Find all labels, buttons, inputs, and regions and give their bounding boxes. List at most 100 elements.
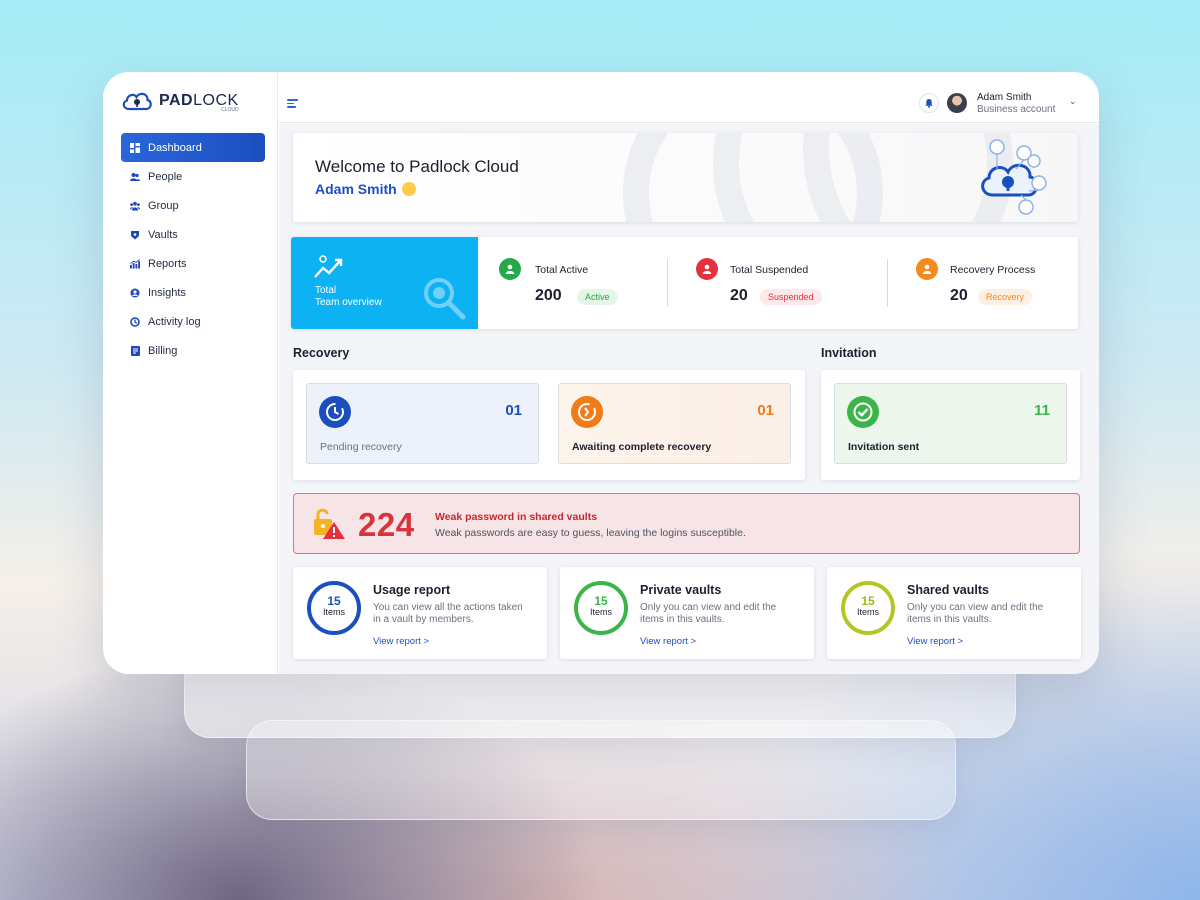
shared-vaults-card: 15 Items Shared vaults Only you can view… [827, 567, 1081, 659]
stat-title: Recovery Process [950, 264, 1036, 276]
private-vaults-card: 15 Items Private vaults Only you can vie… [560, 567, 814, 659]
main-content: Welcome to Padlock Cloud Adam Smith Tota… [279, 124, 1099, 674]
items-count-ring: 15 Items [307, 581, 361, 635]
sidebar-item-label: Activity log [148, 315, 201, 328]
vault-icon [130, 230, 140, 240]
report-title: Usage report [373, 583, 451, 597]
cloud-lock-logo-icon [122, 92, 152, 111]
items-count-ring: 15 Items [841, 581, 895, 635]
chevron-down-icon[interactable]: ⌄ [1069, 96, 1077, 107]
pending-recovery-tile[interactable]: 01 Pending recovery [306, 383, 539, 464]
alert-description: Weak passwords are easy to guess, leavin… [435, 527, 746, 539]
stat-recovery-process[interactable]: Recovery Process 20 Recovery [916, 237, 1076, 329]
reports-icon [130, 258, 140, 269]
dashboard-icon [130, 142, 140, 153]
welcome-user: Adam Smith [315, 181, 416, 197]
sidebar-item-label: Insights [148, 286, 186, 299]
insights-icon [130, 288, 140, 298]
search-icon [424, 278, 466, 320]
avatar[interactable] [947, 93, 967, 113]
sidebar-item-dashboard[interactable]: Dashboard [121, 133, 265, 162]
invitation-sent-count: 11 [1034, 402, 1050, 419]
suspended-user-icon [696, 258, 718, 280]
cloud-security-illustration-icon [981, 139, 1047, 215]
recovery-user-icon [916, 258, 938, 280]
menu-toggle-icon[interactable] [287, 99, 298, 110]
stat-value: 20 [730, 287, 748, 304]
sidebar-item-label: Group [148, 199, 179, 212]
team-stats-card: Total Team overview Total Active 200 Act… [291, 237, 1078, 329]
sidebar-item-label: People [148, 170, 183, 183]
active-user-icon [499, 258, 521, 280]
sidebar-item-vaults[interactable]: Vaults [121, 220, 265, 249]
people-icon [130, 172, 140, 182]
weak-password-alert[interactable]: 224 Weak password in shared vaults Weak … [293, 493, 1080, 554]
trend-chart-icon [314, 255, 343, 278]
sidebar-item-label: Dashboard [148, 141, 202, 154]
awaiting-recovery-count: 01 [757, 402, 774, 419]
invitation-card: 11 Invitation sent [821, 370, 1080, 480]
recovery-section-title: Recovery [293, 346, 350, 360]
view-report-link[interactable]: View report > [373, 636, 429, 647]
team-overview-label: Total Team overview [315, 285, 382, 308]
team-overview-tile[interactable]: Total Team overview [291, 237, 478, 329]
app-window: PADLOCK CLOUD Dashboard People Group Vau… [103, 72, 1099, 674]
alert-title: Weak password in shared vaults [435, 511, 598, 523]
user-name: Adam Smith [977, 92, 1032, 103]
awaiting-recovery-tile[interactable]: 01 Awaiting complete recovery [558, 383, 791, 464]
unlocked-warning-icon [314, 508, 345, 539]
weak-password-count: 224 [358, 506, 415, 543]
divider [667, 259, 668, 307]
stat-total-suspended[interactable]: Total Suspended 20 Suspended [696, 237, 876, 329]
sidebar-item-label: Billing [148, 344, 178, 357]
report-description: Only you can view and edit the items in … [640, 602, 777, 625]
divider [887, 259, 888, 307]
stat-title: Total Active [535, 264, 589, 276]
view-report-link[interactable]: View report > [640, 636, 696, 647]
sidebar-nav: Dashboard People Group Vaults Reports In… [121, 133, 265, 365]
group-icon [130, 201, 140, 211]
sidebar-item-label: Vaults [148, 228, 178, 241]
padlock-logo[interactable]: PADLOCK CLOUD [121, 90, 239, 113]
check-circle-icon [847, 396, 879, 428]
smile-emoji-icon [401, 182, 416, 196]
report-description: You can view all the actions taken in a … [373, 602, 523, 625]
invitation-section-title: Invitation [821, 346, 877, 360]
activity-log-icon [130, 316, 140, 327]
usage-report-card: 15 Items Usage report You can view all t… [293, 567, 547, 659]
stat-value: 200 [535, 287, 562, 304]
refresh-clock-icon [571, 396, 603, 428]
items-count-ring: 15 Items [574, 581, 628, 635]
invitation-sent-label: Invitation sent [848, 441, 920, 453]
top-bar: Adam Smith Business account ⌄ [279, 72, 1099, 123]
clock-icon [319, 396, 351, 428]
logo-subtitle: CLOUD [221, 107, 239, 113]
user-role: Business account [977, 104, 1056, 115]
view-report-link[interactable]: View report > [907, 636, 963, 647]
report-title: Shared vaults [907, 583, 989, 597]
sidebar-item-activity-log[interactable]: Activity log [121, 307, 265, 336]
sidebar-item-people[interactable]: People [121, 162, 265, 191]
sidebar-item-label: Reports [148, 257, 187, 270]
sidebar-item-billing[interactable]: Billing [121, 336, 265, 365]
report-description: Only you can view and edit the items in … [907, 602, 1044, 625]
sidebar-item-group[interactable]: Group [121, 191, 265, 220]
invitation-sent-tile[interactable]: 11 Invitation sent [834, 383, 1067, 464]
status-badge: Suspended [760, 289, 822, 305]
status-badge: Active [577, 289, 618, 305]
recovery-card: 01 Pending recovery 01 Awaiting complete… [293, 370, 805, 480]
notification-bell-icon[interactable] [919, 93, 939, 113]
pending-recovery-count: 01 [505, 402, 522, 419]
billing-icon [130, 345, 140, 356]
welcome-banner: Welcome to Padlock Cloud Adam Smith [293, 133, 1078, 222]
report-title: Private vaults [640, 583, 722, 597]
status-badge: Recovery [978, 289, 1033, 305]
sidebar-item-insights[interactable]: Insights [121, 278, 265, 307]
user-menu[interactable]: Adam Smith Business account [977, 92, 1055, 116]
awaiting-recovery-label: Awaiting complete recovery [572, 441, 712, 453]
stat-value: 20 [950, 287, 968, 304]
pending-recovery-label: Pending recovery [320, 441, 402, 453]
sidebar-item-reports[interactable]: Reports [121, 249, 265, 278]
stat-total-active[interactable]: Total Active 200 Active [499, 237, 669, 329]
sidebar: PADLOCK CLOUD Dashboard People Group Vau… [103, 72, 278, 674]
